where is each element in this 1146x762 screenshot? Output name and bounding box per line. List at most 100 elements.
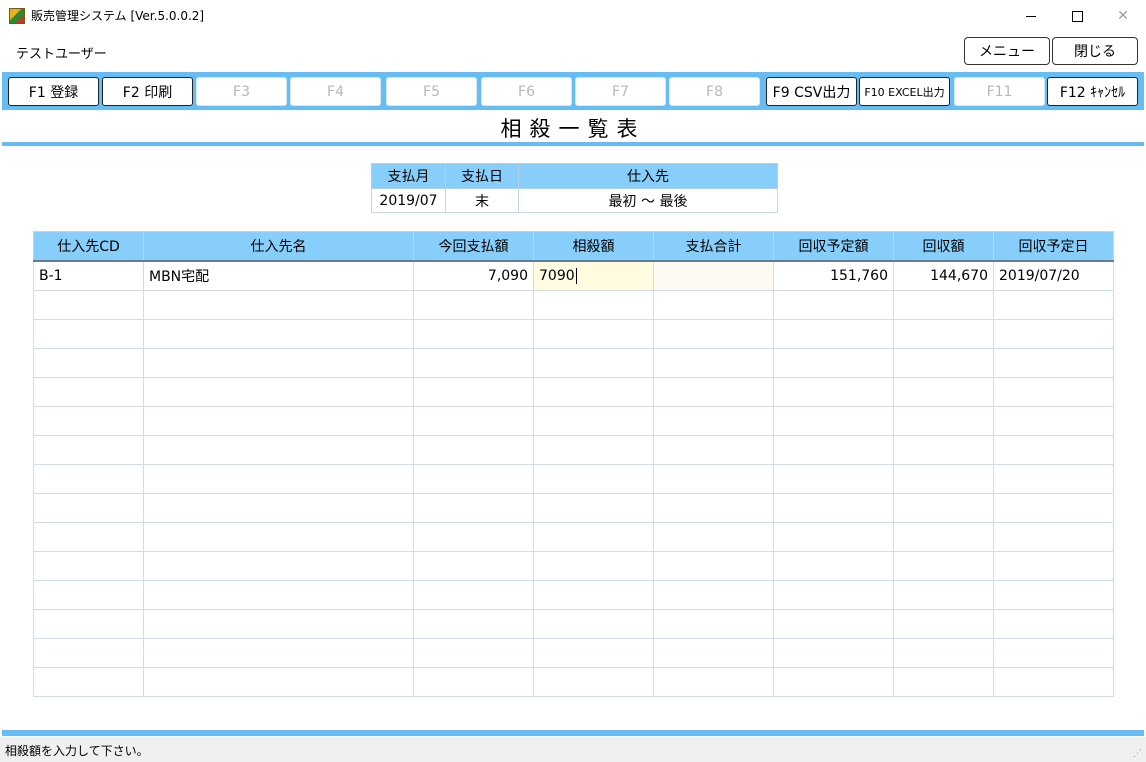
f11-button: F11 (954, 77, 1045, 106)
empty-cell (143, 464, 414, 494)
empty-table-row[interactable] (33, 667, 1114, 697)
empty-cell (773, 406, 894, 436)
filter-header-payment-day: 支払日 (445, 163, 519, 189)
status-bar: 相殺額を入力して下さい。 ⋰ (0, 737, 1146, 762)
empty-cell (993, 638, 1114, 668)
filter-value-supplier-range: 最初 ～ 最後 (518, 188, 778, 213)
f8-button: F8 (669, 77, 760, 106)
col-supplier-code-cell: B-1 (33, 260, 144, 291)
col-planned-collection-cell: 151,760 (773, 260, 894, 291)
empty-cell (993, 522, 1114, 552)
empty-table-row[interactable] (33, 290, 1114, 320)
empty-cell (143, 638, 414, 668)
empty-cell (653, 319, 774, 349)
minimize-button[interactable] (1008, 0, 1054, 32)
empty-cell (893, 580, 994, 610)
empty-cell (413, 551, 534, 581)
empty-cell (33, 609, 144, 639)
empty-cell (653, 348, 774, 378)
empty-cell (413, 435, 534, 465)
window-close-button[interactable]: ✕ (1100, 0, 1146, 32)
f2-print-button[interactable]: F2 印刷 (102, 77, 193, 106)
empty-cell (893, 638, 994, 668)
empty-cell (33, 493, 144, 523)
empty-table-row[interactable] (33, 348, 1114, 378)
empty-table-row[interactable] (33, 522, 1114, 552)
close-button[interactable]: 閉じる (1052, 37, 1138, 65)
col-offset-amount-header: 相殺額 (533, 231, 654, 262)
empty-cell (773, 464, 894, 494)
empty-cell (33, 522, 144, 552)
resize-grip-icon[interactable]: ⋰ (1133, 749, 1143, 759)
empty-cell (413, 609, 534, 639)
f10-excel-export-button[interactable]: F10 EXCEL出力 (859, 77, 950, 106)
col-collected-amount-header: 回収額 (893, 231, 994, 262)
f1-register-button[interactable]: F1 登録 (8, 77, 99, 106)
empty-cell (143, 348, 414, 378)
empty-cell (33, 464, 144, 494)
empty-cell (993, 319, 1114, 349)
empty-table-row[interactable] (33, 464, 1114, 494)
empty-cell (33, 290, 144, 320)
filter-summary-table: 支払月 支払日 仕入先 2019/07 末 最初 ～ 最後 (371, 163, 778, 213)
filter-header-payment-month: 支払月 (371, 163, 446, 189)
table-row[interactable]: B-1 MBN宅配 7,090 7090 151,760 144,670 2019/07/2… (33, 260, 1114, 291)
empty-cell (653, 377, 774, 407)
empty-cell (773, 435, 894, 465)
empty-table-row[interactable] (33, 609, 1114, 639)
empty-table-row[interactable] (33, 580, 1114, 610)
maximize-button[interactable] (1054, 0, 1100, 32)
empty-cell (413, 464, 534, 494)
empty-cell (413, 377, 534, 407)
empty-cell (773, 377, 894, 407)
empty-table-row[interactable] (33, 638, 1114, 668)
col-current-payment-header: 今回支払額 (413, 231, 534, 262)
empty-cell (653, 638, 774, 668)
empty-cell (533, 464, 654, 494)
empty-cell (143, 609, 414, 639)
empty-table-row[interactable] (33, 406, 1114, 436)
empty-cell (993, 667, 1114, 697)
empty-cell (653, 464, 774, 494)
filter-value-payment-month: 2019/07 (371, 188, 446, 213)
empty-cell (533, 638, 654, 668)
empty-cell (143, 290, 414, 320)
empty-table-row[interactable] (33, 493, 1114, 523)
empty-cell (533, 290, 654, 320)
empty-cell (33, 580, 144, 610)
empty-cell (653, 522, 774, 552)
empty-cell (773, 638, 894, 668)
col-supplier-code-header: 仕入先CD (33, 231, 144, 262)
f4-button: F4 (290, 77, 381, 106)
empty-cell (893, 609, 994, 639)
empty-cell (653, 551, 774, 581)
empty-table-row[interactable] (33, 551, 1114, 581)
empty-table-row[interactable] (33, 377, 1114, 407)
empty-cell (773, 580, 894, 610)
empty-cell (143, 667, 414, 697)
empty-cell (893, 319, 994, 349)
empty-cell (893, 551, 994, 581)
empty-cell (413, 638, 534, 668)
empty-cell (893, 348, 994, 378)
f3-button: F3 (196, 77, 287, 106)
empty-cell (993, 609, 1114, 639)
maximize-icon (1071, 10, 1083, 22)
empty-cell (533, 580, 654, 610)
empty-cell (993, 551, 1114, 581)
empty-cell (413, 290, 534, 320)
menu-button[interactable]: メニュー (964, 37, 1050, 65)
empty-cell (773, 493, 894, 523)
f12-cancel-button[interactable]: F12 ｷｬﾝｾﾙ (1047, 77, 1138, 106)
empty-cell (143, 319, 414, 349)
empty-cell (993, 435, 1114, 465)
status-message: 相殺額を入力して下さい。 (5, 744, 149, 758)
empty-cell (533, 406, 654, 436)
empty-table-row[interactable] (33, 435, 1114, 465)
col-current-payment-cell: 7,090 (413, 260, 534, 291)
f9-csv-export-button[interactable]: F9 CSV出力 (766, 77, 857, 106)
empty-cell (993, 464, 1114, 494)
empty-table-row[interactable] (33, 319, 1114, 349)
offset-amount-input[interactable]: 7090 (533, 260, 654, 291)
empty-cell (533, 667, 654, 697)
